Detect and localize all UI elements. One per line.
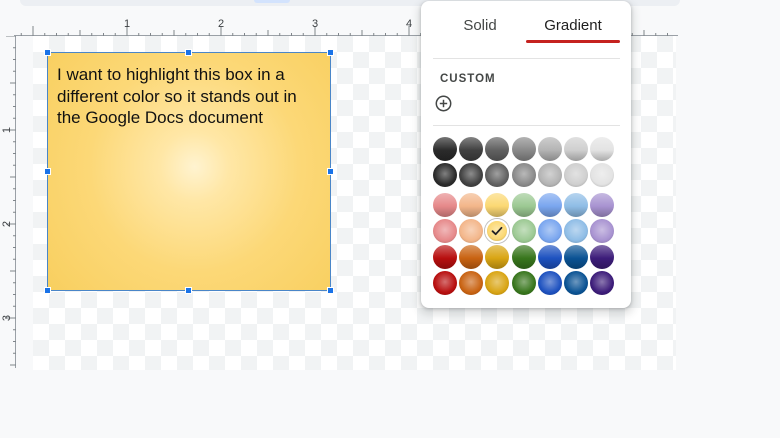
resize-handle-top[interactable] <box>185 49 192 56</box>
tab-gradient[interactable]: Gradient <box>529 17 617 34</box>
gradient-swatch[interactable] <box>511 137 536 161</box>
gradient-swatch[interactable] <box>485 245 510 269</box>
resize-handle-top-right[interactable] <box>327 49 334 56</box>
resize-handle-bottom[interactable] <box>185 287 192 294</box>
gradient-swatch[interactable] <box>590 163 615 187</box>
ruler-top-label: 1 <box>124 18 130 30</box>
gradient-swatch[interactable] <box>511 271 536 295</box>
resize-handle-right[interactable] <box>327 168 334 175</box>
gradient-swatch[interactable] <box>485 219 510 243</box>
gradient-swatch[interactable] <box>485 163 510 187</box>
active-tab-indicator <box>526 40 620 43</box>
gradient-swatch[interactable] <box>433 163 457 187</box>
custom-divider <box>433 125 620 126</box>
gradient-swatch[interactable] <box>459 137 484 161</box>
gradient-swatch[interactable] <box>564 271 588 295</box>
gradient-swatch[interactable] <box>433 193 457 217</box>
gradient-swatch[interactable] <box>433 137 457 161</box>
ruler-top-label: 3 <box>312 18 318 30</box>
ruler-left-label: 3 <box>1 315 13 321</box>
toolbar-highlight <box>254 0 290 3</box>
gradient-swatch[interactable] <box>564 193 588 217</box>
gradient-swatch[interactable] <box>590 193 615 217</box>
gradient-swatch[interactable] <box>511 193 536 217</box>
vertical-ruler[interactable]: 1 2 3 <box>0 36 22 368</box>
gradient-swatch[interactable] <box>564 219 588 243</box>
ruler-top-label: 2 <box>218 18 224 30</box>
text-box[interactable]: I want to highlight this box in a differ… <box>47 52 331 291</box>
gradient-swatch[interactable] <box>537 245 562 269</box>
ruler-left-label: 2 <box>1 221 13 227</box>
resize-handle-top-left[interactable] <box>44 49 51 56</box>
gradient-swatch[interactable] <box>511 219 536 243</box>
gradient-swatch[interactable] <box>433 219 457 243</box>
tab-solid[interactable]: Solid <box>445 17 515 34</box>
ruler-left-label: 1 <box>1 127 13 133</box>
gradient-swatch-grid <box>433 137 619 297</box>
gradient-swatch[interactable] <box>459 219 484 243</box>
resize-handle-bottom-right[interactable] <box>327 287 334 294</box>
ruler-top-label: 4 <box>406 18 412 30</box>
gradient-swatch[interactable] <box>564 137 588 161</box>
resize-handle-left[interactable] <box>44 168 51 175</box>
gradient-swatch[interactable] <box>485 137 510 161</box>
gradient-swatch[interactable] <box>537 163 562 187</box>
gradient-swatch[interactable] <box>537 193 562 217</box>
gradient-swatch[interactable] <box>459 163 484 187</box>
fill-color-popup: Solid Gradient CUSTOM <box>421 1 631 308</box>
tabs-divider <box>433 58 620 59</box>
gradient-swatch[interactable] <box>590 271 615 295</box>
gradient-swatch[interactable] <box>485 271 510 295</box>
add-circle-icon <box>435 95 451 111</box>
gradient-swatch[interactable] <box>564 245 588 269</box>
check-icon <box>491 226 503 236</box>
add-custom-color-button[interactable] <box>434 94 452 112</box>
gradient-swatch[interactable] <box>485 193 510 217</box>
gradient-swatch[interactable] <box>459 245 484 269</box>
gradient-swatch[interactable] <box>459 193 484 217</box>
gradient-swatch[interactable] <box>590 219 615 243</box>
gradient-swatch[interactable] <box>433 245 457 269</box>
gradient-swatch[interactable] <box>590 137 615 161</box>
resize-handle-bottom-left[interactable] <box>44 287 51 294</box>
gradient-swatch[interactable] <box>433 271 457 295</box>
gradient-swatch[interactable] <box>511 245 536 269</box>
custom-colors-label: CUSTOM <box>440 73 496 85</box>
gradient-swatch[interactable] <box>511 163 536 187</box>
gradient-swatch[interactable] <box>537 219 562 243</box>
gradient-swatch[interactable] <box>537 137 562 161</box>
gradient-swatch[interactable] <box>564 163 588 187</box>
gradient-swatch[interactable] <box>459 271 484 295</box>
text-box-content[interactable]: I want to highlight this box in a differ… <box>57 64 323 129</box>
gradient-swatch[interactable] <box>590 245 615 269</box>
gradient-swatch[interactable] <box>537 271 562 295</box>
